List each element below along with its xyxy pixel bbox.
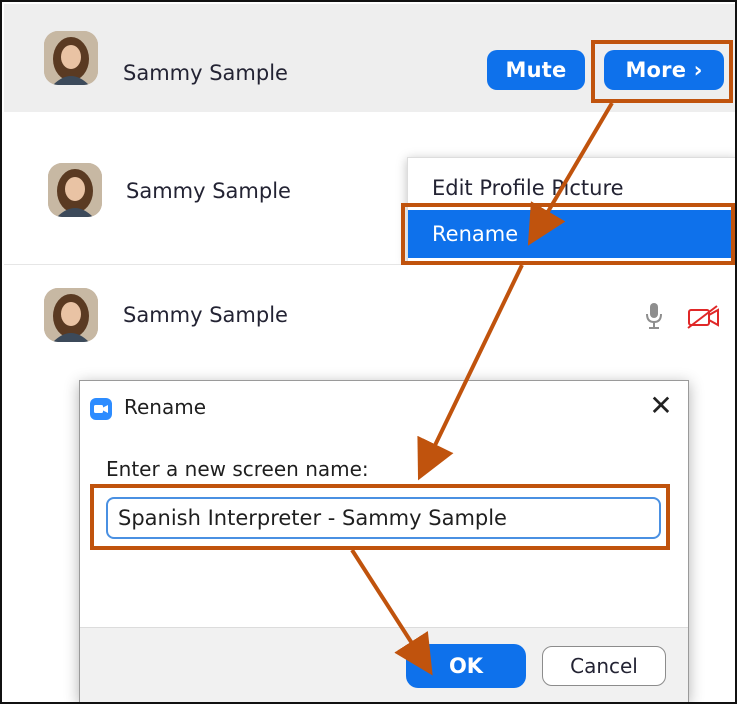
dialog-footer: OK Cancel — [80, 627, 688, 702]
participant-avatar-photo-icon — [44, 288, 98, 342]
microphone-icon[interactable] — [644, 301, 664, 331]
more-button[interactable]: More › — [604, 50, 724, 90]
participant-avatar — [44, 288, 98, 342]
participant-avatar-photo-icon — [48, 163, 102, 217]
participant-name: Sammy Sample — [123, 303, 288, 327]
participant-name: Sammy Sample — [126, 179, 291, 203]
screen-name-input[interactable] — [106, 497, 661, 539]
participant-avatar-photo-icon — [44, 31, 98, 85]
video-off-icon[interactable] — [687, 305, 721, 329]
ok-button[interactable]: OK — [406, 644, 526, 688]
dialog-titlebar[interactable]: Rename ✕ — [80, 381, 688, 435]
participant-avatar — [44, 31, 98, 85]
participant-row[interactable]: Sammy Sample — [4, 264, 735, 374]
participant-context-menu: Edit Profile Picture Rename — [407, 157, 735, 263]
participant-name: Sammy Sample — [123, 61, 288, 85]
mute-button[interactable]: Mute — [487, 50, 585, 90]
participant-row-hovered[interactable]: Sammy Sample Mute More › — [4, 4, 735, 112]
rename-dialog: Rename ✕ Enter a new screen name: OK Can… — [79, 380, 689, 702]
menu-item-rename[interactable]: Rename — [408, 210, 735, 258]
tutorial-screenshot-frame: Sammy Sample Mute More › Sammy Sample Ed… — [0, 0, 737, 704]
screen-name-label: Enter a new screen name: — [106, 457, 369, 481]
zoom-app-icon — [90, 398, 112, 420]
close-icon[interactable]: ✕ — [646, 391, 676, 423]
menu-item-edit-profile-picture[interactable]: Edit Profile Picture — [408, 164, 735, 212]
dialog-title: Rename — [124, 395, 207, 419]
participant-avatar — [48, 163, 102, 217]
cancel-button[interactable]: Cancel — [542, 646, 666, 686]
